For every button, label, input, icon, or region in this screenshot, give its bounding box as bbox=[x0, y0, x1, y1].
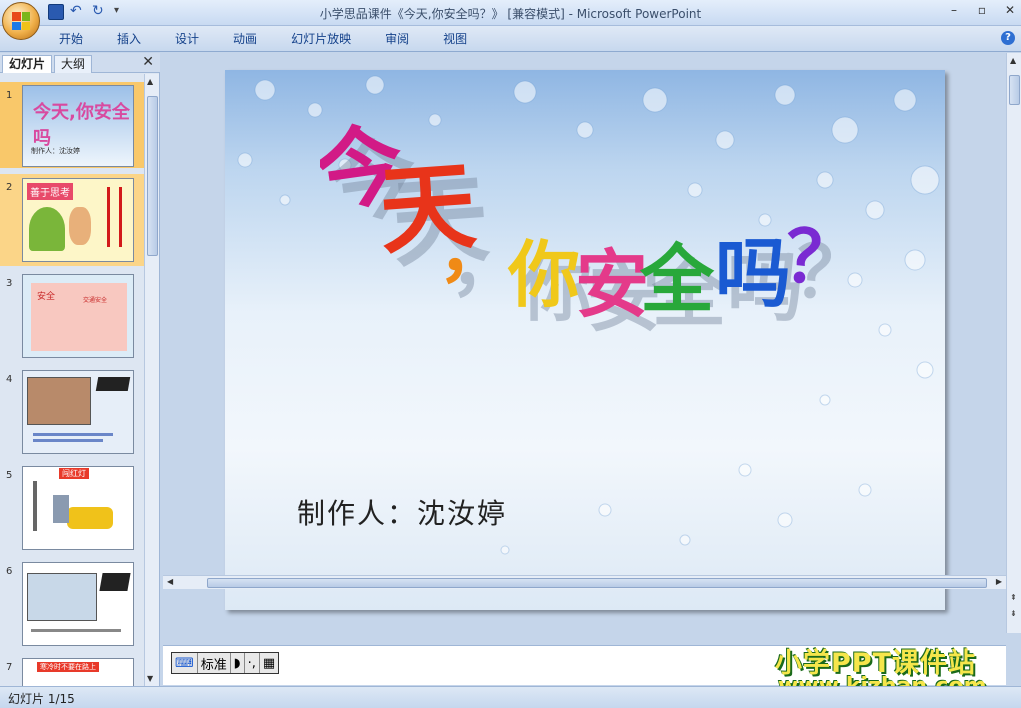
editor-vertical-scrollbar[interactable]: ▲ ⇞ ⇟ bbox=[1006, 53, 1021, 633]
thumbnail-row[interactable]: 2 善于思考 bbox=[0, 174, 144, 266]
scroll-up-icon[interactable]: ▲ bbox=[1010, 56, 1016, 65]
thumbnail-slide-3[interactable]: 交通安全 安全 bbox=[22, 274, 134, 358]
scrollbar-thumb[interactable] bbox=[1009, 75, 1020, 105]
thumbnail-number: 7 bbox=[6, 662, 13, 673]
thumbnail-caption: 善于思考 bbox=[27, 183, 73, 200]
thumbnail-slide-2[interactable]: 善于思考 bbox=[22, 178, 134, 262]
thumbnail-slide-7[interactable]: 寒冷时不要在路上 bbox=[22, 658, 134, 686]
slide-title-wordart[interactable]: 今今天天，， 你你 安安 全全 吗吗？？ bbox=[320, 110, 880, 350]
thumbnail-number: 2 bbox=[6, 182, 13, 193]
office-button[interactable] bbox=[2, 2, 40, 40]
thumbnail-caption: 交通安全 bbox=[83, 297, 108, 304]
thumb-title-art bbox=[95, 377, 131, 391]
tab-design[interactable]: 设计 bbox=[164, 31, 210, 47]
scroll-left-icon[interactable]: ◀ bbox=[167, 577, 173, 586]
status-bar: 幻灯片 1/15 bbox=[0, 686, 1021, 708]
thumb-title-art: 今天,你安全吗 bbox=[33, 102, 130, 149]
window-controls: – ▫ ✕ bbox=[947, 3, 1017, 17]
thumbnail-scrollbar[interactable]: ▲ ▼ bbox=[144, 74, 159, 686]
tab-outline[interactable]: 大纲 bbox=[54, 55, 93, 73]
editor-horizontal-scrollbar[interactable]: ◀ ▶ bbox=[163, 575, 1006, 589]
slide-editor: 今今天天，，你你安安全全吗吗？？ 制作人：沈汝婷 ▲ ⇞ ⇟ bbox=[163, 53, 1021, 633]
title-char: 你 bbox=[507, 233, 580, 317]
thumb-title-art bbox=[99, 573, 131, 591]
office-logo-icon bbox=[12, 12, 30, 30]
taxi-illustration bbox=[67, 507, 113, 529]
thumbnail-slide-1[interactable]: 今天,你安全吗 制作人：沈汝婷 bbox=[22, 85, 134, 167]
scroll-right-icon[interactable]: ▶ bbox=[996, 577, 1002, 586]
title-char: ， bbox=[438, 210, 508, 292]
tab-insert[interactable]: 插入 bbox=[106, 31, 152, 47]
thumbnail-row[interactable]: 1 今天,你安全吗 制作人：沈汝婷 bbox=[0, 82, 144, 168]
thumb-title-art: 安全 bbox=[37, 292, 56, 302]
ime-toolbar: ⌨ 标准 ◗ ·, ▦ bbox=[171, 652, 280, 674]
thumbnail-caption: 制作人：沈汝婷 bbox=[31, 147, 80, 155]
thumbnail-list: 1 今天,你安全吗 制作人：沈汝婷 2 善于思考 3 交通安全 安全 4 5 闯… bbox=[0, 74, 144, 686]
close-button[interactable]: ✕ bbox=[1003, 3, 1017, 17]
half-width-icon[interactable]: ◗ bbox=[231, 653, 245, 673]
help-icon[interactable]: ? bbox=[1001, 31, 1015, 45]
title-bar: ↶ ↻ ▾ 小学思品课件《今天,你安全吗？》 [兼容模式] - Microsof… bbox=[0, 0, 1021, 40]
minimize-button[interactable]: – bbox=[947, 3, 961, 17]
text-column bbox=[107, 187, 110, 247]
scrollbar-thumb[interactable] bbox=[147, 96, 158, 256]
thumbnail-row[interactable]: 5 闯红灯 bbox=[0, 462, 144, 554]
person-illustration bbox=[53, 495, 69, 523]
thumbnail-row[interactable]: 3 交通安全 安全 bbox=[0, 270, 144, 362]
scroll-up-icon[interactable]: ▲ bbox=[147, 77, 153, 86]
thumbnail-slide-6[interactable] bbox=[22, 562, 134, 646]
slide-counter: 幻灯片 1/15 bbox=[8, 692, 75, 706]
slides-panel: 幻灯片 大纲 ✕ 1 今天,你安全吗 制作人：沈汝婷 2 善于思考 3 交通安全… bbox=[0, 53, 160, 686]
thumbnail-caption: 寒冷时不要在路上 bbox=[37, 662, 99, 672]
tab-animations[interactable]: 动画 bbox=[222, 31, 268, 47]
scrollbar-thumb[interactable] bbox=[207, 578, 987, 588]
thumbnail-row[interactable]: 7 寒冷时不要在路上 bbox=[0, 654, 144, 686]
tab-review[interactable]: 审阅 bbox=[374, 31, 420, 47]
tab-slideshow[interactable]: 幻灯片放映 bbox=[280, 31, 362, 47]
thumbnail-number: 4 bbox=[6, 374, 13, 385]
title-char: 安 bbox=[575, 242, 649, 328]
ribbon-tabs: 开始 插入 设计 动画 幻灯片放映 审阅 视图 bbox=[48, 31, 490, 47]
text-line bbox=[33, 433, 113, 436]
slide-canvas[interactable]: 今今天天，，你你安安全全吗吗？？ 制作人：沈汝婷 bbox=[225, 70, 945, 610]
thumbnail-slide-5[interactable]: 闯红灯 bbox=[22, 466, 134, 550]
title-char: ？ bbox=[780, 213, 860, 304]
title-char: 吗 bbox=[715, 229, 791, 318]
girl-illustration bbox=[69, 207, 91, 245]
thumbnail-number: 5 bbox=[6, 470, 13, 481]
text-column bbox=[119, 187, 122, 247]
accident-illustration bbox=[27, 573, 97, 621]
next-slide-icon[interactable]: ⇟ bbox=[1010, 609, 1017, 618]
window-title: 小学思品课件《今天,你安全吗？》 [兼容模式] - Microsoft Powe… bbox=[319, 7, 702, 21]
prev-slide-icon[interactable]: ⇞ bbox=[1010, 593, 1017, 602]
thumbnail-caption: 闯红灯 bbox=[59, 468, 89, 479]
thumbnail-row[interactable]: 6 bbox=[0, 558, 144, 650]
panel-close-icon[interactable]: ✕ bbox=[142, 54, 154, 70]
punctuation-icon[interactable]: ·, bbox=[245, 653, 260, 673]
tab-view[interactable]: 视图 bbox=[432, 31, 478, 47]
kids-illustration bbox=[27, 377, 91, 425]
traffic-light-illustration bbox=[33, 481, 37, 531]
author-text[interactable]: 制作人：沈汝婷 bbox=[297, 492, 507, 532]
text-line bbox=[31, 629, 121, 632]
thumbnail-slide-4[interactable] bbox=[22, 370, 134, 454]
plant-illustration bbox=[29, 207, 65, 251]
ime-logo-icon[interactable]: ⌨ bbox=[172, 653, 198, 673]
panel-tabs: 幻灯片 大纲 ✕ bbox=[0, 53, 160, 73]
ime-mode-label[interactable]: 标准 bbox=[198, 653, 231, 673]
tab-slides[interactable]: 幻灯片 bbox=[2, 55, 53, 73]
title-char: 全 bbox=[639, 237, 715, 323]
soft-keyboard-icon[interactable]: ▦ bbox=[260, 653, 278, 673]
scroll-down-icon[interactable]: ▼ bbox=[147, 674, 153, 683]
thumbnail-number: 6 bbox=[6, 566, 13, 577]
thumbnail-number: 3 bbox=[6, 278, 13, 289]
tab-home[interactable]: 开始 bbox=[48, 31, 94, 47]
text-line bbox=[33, 439, 103, 442]
restore-button[interactable]: ▫ bbox=[975, 3, 989, 17]
ribbon: 开始 插入 设计 动画 幻灯片放映 审阅 视图 ? bbox=[0, 26, 1021, 52]
thumbnail-number: 1 bbox=[6, 90, 13, 101]
thumbnail-row[interactable]: 4 bbox=[0, 366, 144, 458]
